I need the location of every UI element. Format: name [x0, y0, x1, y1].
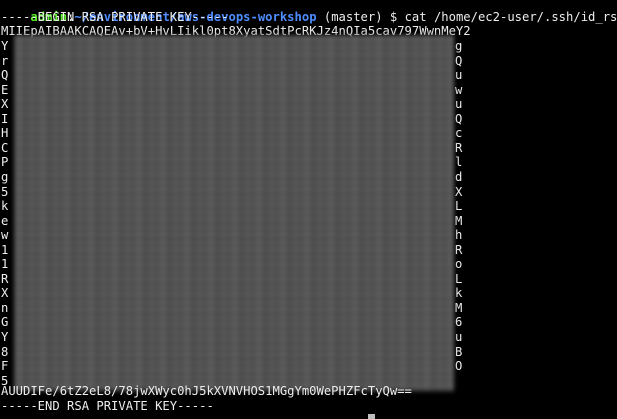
key-line-left-char: R: [1, 271, 9, 286]
key-line-left-char: E: [1, 82, 9, 97]
key-line-right-char: l: [455, 155, 463, 170]
terminal-cursor: [368, 414, 375, 419]
key-line-right-char: w: [455, 82, 463, 97]
key-line-left-char: w: [1, 228, 9, 243]
key-line-left-char: G: [1, 315, 9, 330]
key-line-right-char: O: [455, 359, 463, 374]
key-line-left-char: F: [1, 359, 9, 374]
key-line-right-char: u: [455, 68, 463, 83]
key-line-right-char: R: [455, 242, 463, 257]
redaction-blur: [14, 35, 454, 391]
key-line-right-char: Q: [455, 53, 463, 68]
prompt-line: admin:~/environment/aws-devops-workshop …: [1, 0, 617, 24]
terminal-window[interactable]: admin:~/environment/aws-devops-workshop …: [0, 0, 617, 419]
key-line-left-char: k: [1, 199, 9, 214]
key-line-left-char: 5: [1, 184, 9, 199]
key-line-right-char: Q: [455, 111, 463, 126]
prompt-suffix: (master) $: [316, 10, 405, 24]
key-line-right-char: L: [455, 271, 463, 286]
key-line-left-char: C: [1, 140, 9, 155]
key-line-right-char: g: [455, 39, 463, 53]
command-text: cat /home/ec2-user/.ssh/id_rsa: [404, 10, 617, 24]
key-line-left-char: Q: [1, 68, 9, 83]
key-line-left-char: P: [1, 155, 9, 170]
key-line-left-char: r: [1, 53, 9, 68]
key-line-left-char: n: [1, 300, 9, 315]
key-line-right-char: M: [455, 300, 463, 315]
key-line-left-char: g: [1, 170, 9, 184]
key-line-right-char: u: [455, 330, 463, 344]
key-begin-line: -----BEGIN RSA PRIVATE KEY-----: [1, 10, 229, 24]
key-line-left-char: 1: [1, 242, 9, 257]
key-line-right-char: 6: [455, 315, 463, 330]
key-line-left-char: 1: [1, 257, 9, 272]
key-line-right-char: k: [455, 286, 463, 301]
key-end-line: -----END RSA PRIVATE KEY-----: [1, 399, 214, 413]
key-line-left-char: 8: [1, 344, 9, 359]
key-line-right-char: c: [455, 126, 463, 141]
key-line-right-char: h: [455, 228, 463, 243]
key-line-left-char: Y: [1, 39, 9, 53]
key-line-left-char: Y: [1, 330, 9, 344]
key-line-left-char: H: [1, 126, 9, 141]
key-line-left-char: I: [1, 111, 9, 126]
key-line-right-char: L: [455, 199, 463, 214]
key-last-line: AUUDIFe/6tZ2eL8/78jwXWyc0hJ5kXVNVHOS1MGg…: [1, 384, 412, 398]
key-line-right-char: M: [455, 213, 463, 228]
key-line-right-char: X: [455, 184, 463, 199]
key-line-left-char: X: [1, 97, 9, 112]
key-line-right-char: u: [455, 97, 463, 112]
key-line-left-char: e: [1, 213, 9, 228]
key-line-left-char: X: [1, 286, 9, 301]
key-line-right-char: R: [455, 140, 463, 155]
key-line-right-char: o: [455, 257, 463, 272]
key-line-right-char: d: [455, 170, 463, 184]
key-line-right-char: B: [455, 344, 463, 359]
